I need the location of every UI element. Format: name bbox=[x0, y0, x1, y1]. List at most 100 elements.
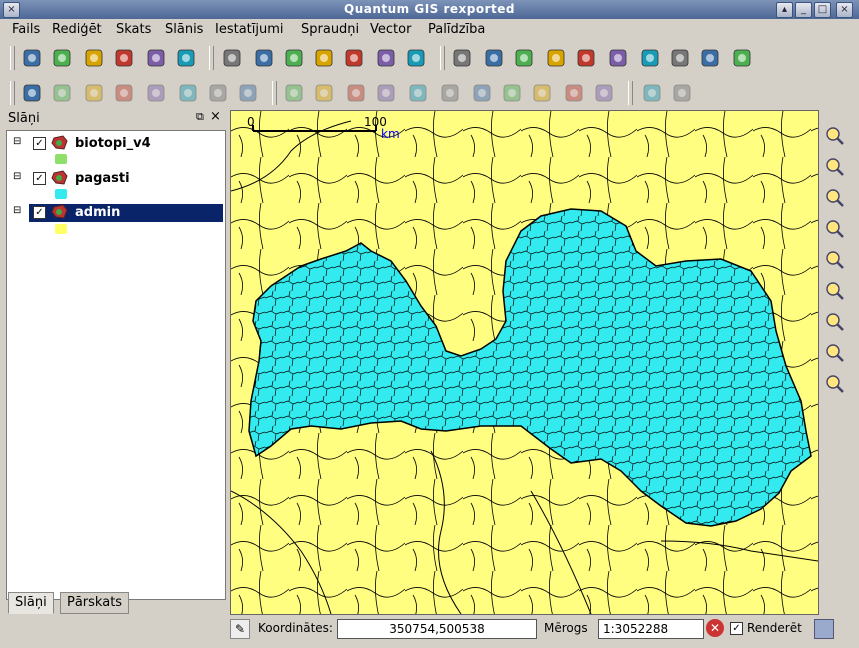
undo-icon[interactable] bbox=[282, 81, 306, 105]
add-island-icon[interactable] bbox=[406, 81, 430, 105]
coordinates-field[interactable]: 350754,500538 bbox=[337, 619, 537, 639]
merge-features-icon[interactable] bbox=[562, 81, 586, 105]
split-features-icon[interactable] bbox=[530, 81, 554, 105]
redo-icon[interactable] bbox=[312, 81, 336, 105]
zoom-selection-icon[interactable] bbox=[823, 248, 847, 272]
maximize-button[interactable]: □ bbox=[814, 2, 831, 18]
layer-visibility-checkbox[interactable]: ✓ bbox=[33, 137, 46, 150]
rotate-point-symbols-icon[interactable] bbox=[592, 81, 616, 105]
toolbar-grip[interactable] bbox=[440, 46, 445, 70]
layer-item-biotopi[interactable]: ⊟ ✓ biotopi_v4 bbox=[7, 135, 223, 164]
zoom-last-icon[interactable] bbox=[823, 310, 847, 334]
pan-icon[interactable] bbox=[823, 124, 847, 148]
layer-symbol-swatch bbox=[55, 224, 67, 234]
collapse-icon[interactable]: ⊟ bbox=[13, 136, 21, 147]
map-tips-icon[interactable] bbox=[606, 46, 630, 70]
zoom-layer-icon[interactable] bbox=[823, 279, 847, 303]
delete-part-icon[interactable] bbox=[470, 81, 494, 105]
refresh-icon[interactable] bbox=[823, 372, 847, 396]
menu-rediget[interactable]: Rediģēt bbox=[52, 22, 102, 37]
map-navigation-toolbar bbox=[819, 110, 857, 613]
attribute-table-icon[interactable] bbox=[544, 46, 568, 70]
save-edits-icon[interactable] bbox=[50, 81, 74, 105]
projection-icon[interactable] bbox=[814, 619, 834, 639]
select-icon[interactable] bbox=[482, 46, 506, 70]
label-icon[interactable] bbox=[698, 46, 722, 70]
toolbar-grip[interactable] bbox=[628, 81, 633, 105]
zoom-next-icon[interactable] bbox=[823, 341, 847, 365]
toolbar-grip[interactable] bbox=[272, 81, 277, 105]
zoom-magnifier-icon[interactable] bbox=[670, 81, 694, 105]
zoom-full-icon[interactable] bbox=[823, 217, 847, 241]
menu-slanis[interactable]: Slānis bbox=[165, 22, 203, 37]
add-wms-layer-icon[interactable] bbox=[342, 46, 366, 70]
scale-label: Mērogs bbox=[544, 621, 588, 635]
toolbar-grip[interactable] bbox=[10, 81, 15, 105]
measure-line-icon[interactable] bbox=[640, 81, 664, 105]
minimize-button[interactable]: _ bbox=[795, 2, 812, 18]
menu-skats[interactable]: Skats bbox=[116, 22, 151, 37]
identify-icon[interactable] bbox=[450, 46, 474, 70]
copy-features-icon[interactable] bbox=[206, 81, 230, 105]
layer-item-pagasti[interactable]: ⊟ ✓ pagasti bbox=[7, 170, 223, 199]
add-vector-layer-icon[interactable] bbox=[220, 46, 244, 70]
annotation-icon[interactable] bbox=[730, 46, 754, 70]
remove-layer-icon[interactable] bbox=[404, 46, 428, 70]
menu-palidziba[interactable]: Palīdzība bbox=[428, 22, 485, 37]
add-ring-icon[interactable] bbox=[374, 81, 398, 105]
scalebar-unit: km bbox=[381, 127, 400, 141]
add-raster-layer-icon[interactable] bbox=[252, 46, 276, 70]
zoom-out-icon[interactable] bbox=[823, 186, 847, 210]
layer-symbol-swatch bbox=[55, 154, 67, 164]
toolbar-grip[interactable] bbox=[209, 46, 214, 70]
menu-iestatijumi[interactable]: Iestatījumi bbox=[215, 22, 284, 37]
stop-render-icon[interactable]: ✕ bbox=[706, 619, 724, 637]
scale-field[interactable]: 1:3052288 bbox=[598, 619, 704, 639]
capture-point-icon[interactable] bbox=[82, 81, 106, 105]
menu-spraudni[interactable]: Spraudņi bbox=[301, 22, 359, 37]
add-postgis-layer-icon[interactable] bbox=[282, 46, 306, 70]
menu-bar: Fails Rediģēt Skats Slānis Iestatījumi S… bbox=[0, 19, 859, 42]
toggle-editing-icon[interactable] bbox=[20, 81, 44, 105]
layer-visibility-checkbox[interactable]: ✓ bbox=[33, 206, 46, 219]
layer-name: biotopi_v4 bbox=[75, 136, 151, 151]
new-project-icon[interactable] bbox=[20, 46, 44, 70]
move-feature-icon[interactable] bbox=[112, 81, 136, 105]
deselect-icon[interactable] bbox=[512, 46, 536, 70]
save-project-icon[interactable] bbox=[82, 46, 106, 70]
paste-features-icon[interactable] bbox=[236, 81, 260, 105]
delete-selected-icon[interactable] bbox=[144, 81, 168, 105]
close-button[interactable]: × bbox=[836, 2, 853, 18]
add-spatialite-layer-icon[interactable] bbox=[312, 46, 336, 70]
menu-fails[interactable]: Fails bbox=[12, 22, 40, 37]
layer-visibility-checkbox[interactable]: ✓ bbox=[33, 172, 46, 185]
layer-item-admin[interactable]: ⊟ ✓ admin bbox=[7, 204, 223, 234]
map-canvas[interactable]: 0 100 km bbox=[230, 110, 819, 615]
new-vector-layer-icon[interactable] bbox=[374, 46, 398, 70]
tab-layers[interactable]: Slāņi bbox=[8, 592, 54, 614]
window-title: Quantum GIS rexported bbox=[344, 2, 515, 16]
open-project-icon[interactable] bbox=[50, 46, 74, 70]
print-icon[interactable] bbox=[174, 46, 198, 70]
close-panel-icon[interactable]: × bbox=[210, 109, 221, 124]
reshape-features-icon[interactable] bbox=[500, 81, 524, 105]
new-bookmark-icon[interactable] bbox=[668, 46, 692, 70]
float-panel-icon[interactable]: ⧉ bbox=[196, 110, 204, 124]
menu-vector[interactable]: Vector bbox=[370, 22, 411, 37]
spatial-bookmark-icon[interactable] bbox=[638, 46, 662, 70]
tab-overview[interactable]: Pārskats bbox=[60, 592, 130, 614]
measure-icon[interactable] bbox=[574, 46, 598, 70]
delete-ring-icon[interactable] bbox=[438, 81, 462, 105]
simplify-feature-icon[interactable] bbox=[344, 81, 368, 105]
cut-features-icon[interactable] bbox=[176, 81, 200, 105]
zoom-in-icon[interactable] bbox=[823, 155, 847, 179]
save-as-icon[interactable] bbox=[112, 46, 136, 70]
collapse-icon[interactable]: ⊟ bbox=[13, 205, 21, 216]
shade-button[interactable]: ▴ bbox=[776, 2, 793, 18]
coordinate-capture-icon[interactable]: ✎ bbox=[230, 619, 250, 639]
print-composer-icon[interactable] bbox=[144, 46, 168, 70]
collapse-icon[interactable]: ⊟ bbox=[13, 171, 21, 182]
vector-layer-icon bbox=[51, 204, 69, 220]
render-checkbox[interactable]: ✓ bbox=[730, 622, 743, 635]
toolbar-grip[interactable] bbox=[10, 46, 15, 70]
